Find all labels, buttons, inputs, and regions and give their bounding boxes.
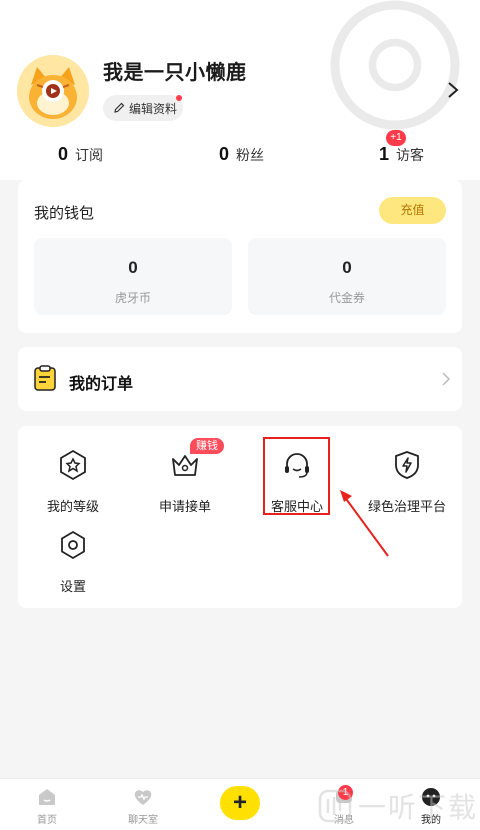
huya-coin-value: 0 [128,258,138,277]
stat-value: 0 [58,144,69,164]
earn-money-badge: 赚钱 [190,438,224,454]
username: 我是一只小懒鹿 [103,62,247,84]
huya-coin-box[interactable]: 0 虎牙币 [34,238,232,315]
tab-label: 首页 [37,815,57,826]
chevron-right-icon [442,372,451,386]
edit-profile-label: 编辑资料 [129,101,178,116]
menu-item-label: 我的等级 [46,499,99,514]
menu-item-label: 申请接单 [158,499,211,514]
stat-fans[interactable]: 0 粉丝 [219,144,264,165]
notification-dot [176,95,182,101]
edit-profile-button[interactable]: 编辑资料 [103,95,183,121]
stat-label: 访客 [396,147,425,163]
tab-label: 聊天室 [128,815,158,826]
voucher-label: 代金券 [328,291,365,305]
visitor-new-badge: +1 [386,130,406,146]
stat-subscribe[interactable]: 0 订阅 [58,144,103,165]
watermark-text: 一听下载 [358,792,479,823]
stat-value: 1 [379,144,390,164]
wallet-title: 我的钱包 [34,205,95,222]
menu-item-label: 设置 [59,579,86,594]
stat-visitors[interactable]: 1 访客 [379,144,424,165]
tiger-mascot-icon [17,55,89,127]
huya-coin-label: 虎牙币 [114,291,151,305]
chevron-right-icon[interactable] [445,80,461,100]
tab-chatroom[interactable]: 聊天室 [113,779,173,830]
voucher-value: 0 [342,258,352,277]
stat-label: 订阅 [75,147,104,163]
annotation-arrow-icon [340,490,389,557]
order-clipboard-icon [34,365,56,391]
menu-item-level[interactable]: 我的等级 [13,449,133,515]
voucher-box[interactable]: 0 代金券 [248,238,446,315]
menu-item-apply-order[interactable]: 申请接单 [125,449,245,515]
watermark: 一听下载 [318,782,478,830]
highlight-box [263,437,330,515]
my-orders-title: 我的订单 [69,376,134,393]
settings-icon [61,530,85,560]
pencil-icon [113,102,125,114]
stat-label: 粉丝 [236,147,265,163]
plus-button[interactable]: + [220,786,260,820]
shield-bolt-icon [395,451,419,479]
home-icon [39,789,55,805]
background-decoration-icon [330,0,460,130]
heart-chat-icon [134,790,152,805]
recharge-button[interactable]: 充值 [379,197,446,224]
my-orders-row[interactable]: 我的订单 [18,347,462,411]
avatar[interactable] [17,55,89,127]
level-badge-icon [60,449,86,481]
tab-home[interactable]: 首页 [17,779,77,830]
menu-item-settings[interactable]: 设置 [13,529,133,595]
watermark-logo-icon [318,789,352,823]
wallet-card: 我的钱包 充值 0 虎牙币 0 代金券 [18,180,462,333]
stat-value: 0 [219,144,230,164]
